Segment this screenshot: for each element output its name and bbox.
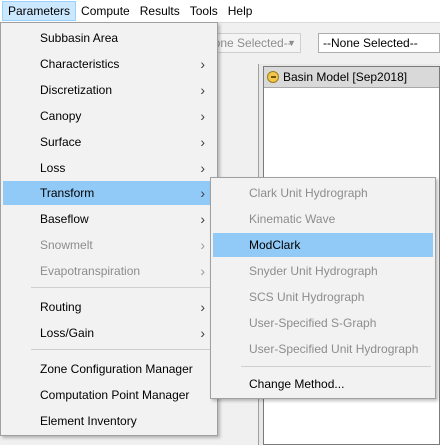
menu-item-label: User-Specified Unit Hydrograph — [249, 342, 419, 356]
menu-item-baseflow[interactable]: Baseflow › — [3, 207, 215, 231]
menu-item-label: Snyder Unit Hydrograph — [249, 264, 378, 278]
basin-model-title: Basin Model [Sep2018] — [283, 70, 408, 84]
menu-help[interactable]: Help — [223, 1, 258, 21]
menu-item-label: Discretization — [40, 83, 113, 97]
submenu-item-scs-unit-hydrograph: SCS Unit Hydrograph — [213, 285, 433, 309]
menu-item-label: Baseflow — [40, 212, 89, 226]
submenu-item-kinematic-wave: Kinematic Wave — [213, 207, 433, 231]
menu-item-label: SCS Unit Hydrograph — [249, 290, 365, 304]
element-combo-value: None Selected-- — [205, 36, 292, 50]
menu-item-label: Loss/Gain — [40, 326, 95, 340]
submenu-item-change-method[interactable]: Change Method... — [213, 372, 433, 396]
run-combo-value: --None Selected-- — [323, 36, 418, 50]
chevron-right-icon: › — [200, 211, 205, 227]
chevron-right-icon: › — [200, 134, 205, 150]
submenu-item-clark-unit-hydrograph: Clark Unit Hydrograph — [213, 181, 433, 205]
run-combo[interactable]: --None Selected-- — [318, 33, 440, 53]
menu-tools[interactable]: Tools — [185, 1, 223, 21]
chevron-right-icon: › — [200, 299, 205, 315]
menu-item-canopy[interactable]: Canopy › — [3, 104, 215, 128]
menu-item-computation-point-manager[interactable]: Computation Point Manager — [3, 383, 215, 407]
menu-results[interactable]: Results — [135, 1, 185, 21]
menu-separator — [241, 366, 431, 367]
menu-item-label: Transform — [40, 186, 95, 200]
chevron-right-icon: › — [200, 263, 205, 279]
chevron-right-icon: › — [200, 108, 205, 124]
menu-bar: Parameters Compute Results Tools Help — [0, 0, 440, 23]
menu-item-label: Routing — [40, 300, 82, 314]
menu-item-routing[interactable]: Routing › — [3, 295, 215, 319]
menu-item-label: Surface — [40, 135, 82, 149]
chevron-right-icon: › — [200, 160, 205, 176]
menu-item-label: Subbasin Area — [40, 31, 119, 45]
menu-item-loss-gain[interactable]: Loss/Gain › — [3, 321, 215, 345]
submenu-item-snyder-unit-hydrograph: Snyder Unit Hydrograph — [213, 259, 433, 283]
chevron-down-icon: ▼ — [287, 38, 296, 48]
menu-item-discretization[interactable]: Discretization › — [3, 78, 215, 102]
chevron-right-icon: › — [200, 237, 205, 253]
menu-item-label: Computation Point Manager — [40, 388, 190, 402]
parameters-menu: Subbasin Area Characteristics › Discreti… — [0, 22, 218, 436]
menu-item-label: User-Specified S-Graph — [249, 316, 377, 330]
chevron-right-icon: › — [200, 82, 205, 98]
transform-submenu: Clark Unit Hydrograph Kinematic Wave Mod… — [210, 177, 436, 399]
menu-item-loss[interactable]: Loss › — [3, 156, 215, 180]
menu-item-label: Element Inventory — [40, 414, 137, 428]
menu-item-characteristics[interactable]: Characteristics › — [3, 52, 215, 76]
menu-item-label: Change Method... — [249, 377, 345, 391]
submenu-item-modclark[interactable]: ModClark — [213, 233, 433, 257]
menu-item-label: Loss — [40, 161, 66, 175]
menu-item-evapotranspiration: Evapotranspiration › — [3, 259, 215, 283]
menu-parameters[interactable]: Parameters — [2, 1, 77, 21]
chevron-right-icon: › — [200, 185, 205, 201]
menu-item-label: ModClark — [249, 238, 301, 252]
menu-item-transform[interactable]: Transform › — [3, 181, 215, 205]
menu-item-zone-configuration-manager[interactable]: Zone Configuration Manager — [3, 357, 215, 381]
menu-item-label: Canopy — [40, 109, 82, 123]
chevron-right-icon: › — [200, 56, 205, 72]
menu-item-subbasin-area[interactable]: Subbasin Area — [3, 26, 215, 50]
basin-model-icon — [267, 71, 279, 83]
menu-item-label: Snowmelt — [40, 238, 93, 252]
menu-item-label: Characteristics — [40, 57, 120, 71]
menu-compute[interactable]: Compute — [76, 1, 135, 21]
menu-item-label: Kinematic Wave — [249, 212, 336, 226]
menu-item-snowmelt: Snowmelt › — [3, 233, 215, 257]
menu-item-label: Clark Unit Hydrograph — [249, 186, 368, 200]
chevron-right-icon: › — [200, 325, 205, 341]
submenu-item-user-specified-s-graph: User-Specified S-Graph — [213, 311, 433, 335]
basin-model-titlebar[interactable]: Basin Model [Sep2018] — [264, 67, 439, 88]
menu-item-element-inventory[interactable]: Element Inventory — [3, 409, 215, 433]
menu-item-label: Zone Configuration Manager — [40, 362, 193, 376]
menu-separator — [31, 287, 213, 288]
menu-separator — [31, 349, 213, 350]
submenu-item-user-specified-unit-hydrograph: User-Specified Unit Hydrograph — [213, 337, 433, 361]
menu-item-surface[interactable]: Surface › — [3, 130, 215, 154]
menu-item-label: Evapotranspiration — [40, 264, 141, 278]
